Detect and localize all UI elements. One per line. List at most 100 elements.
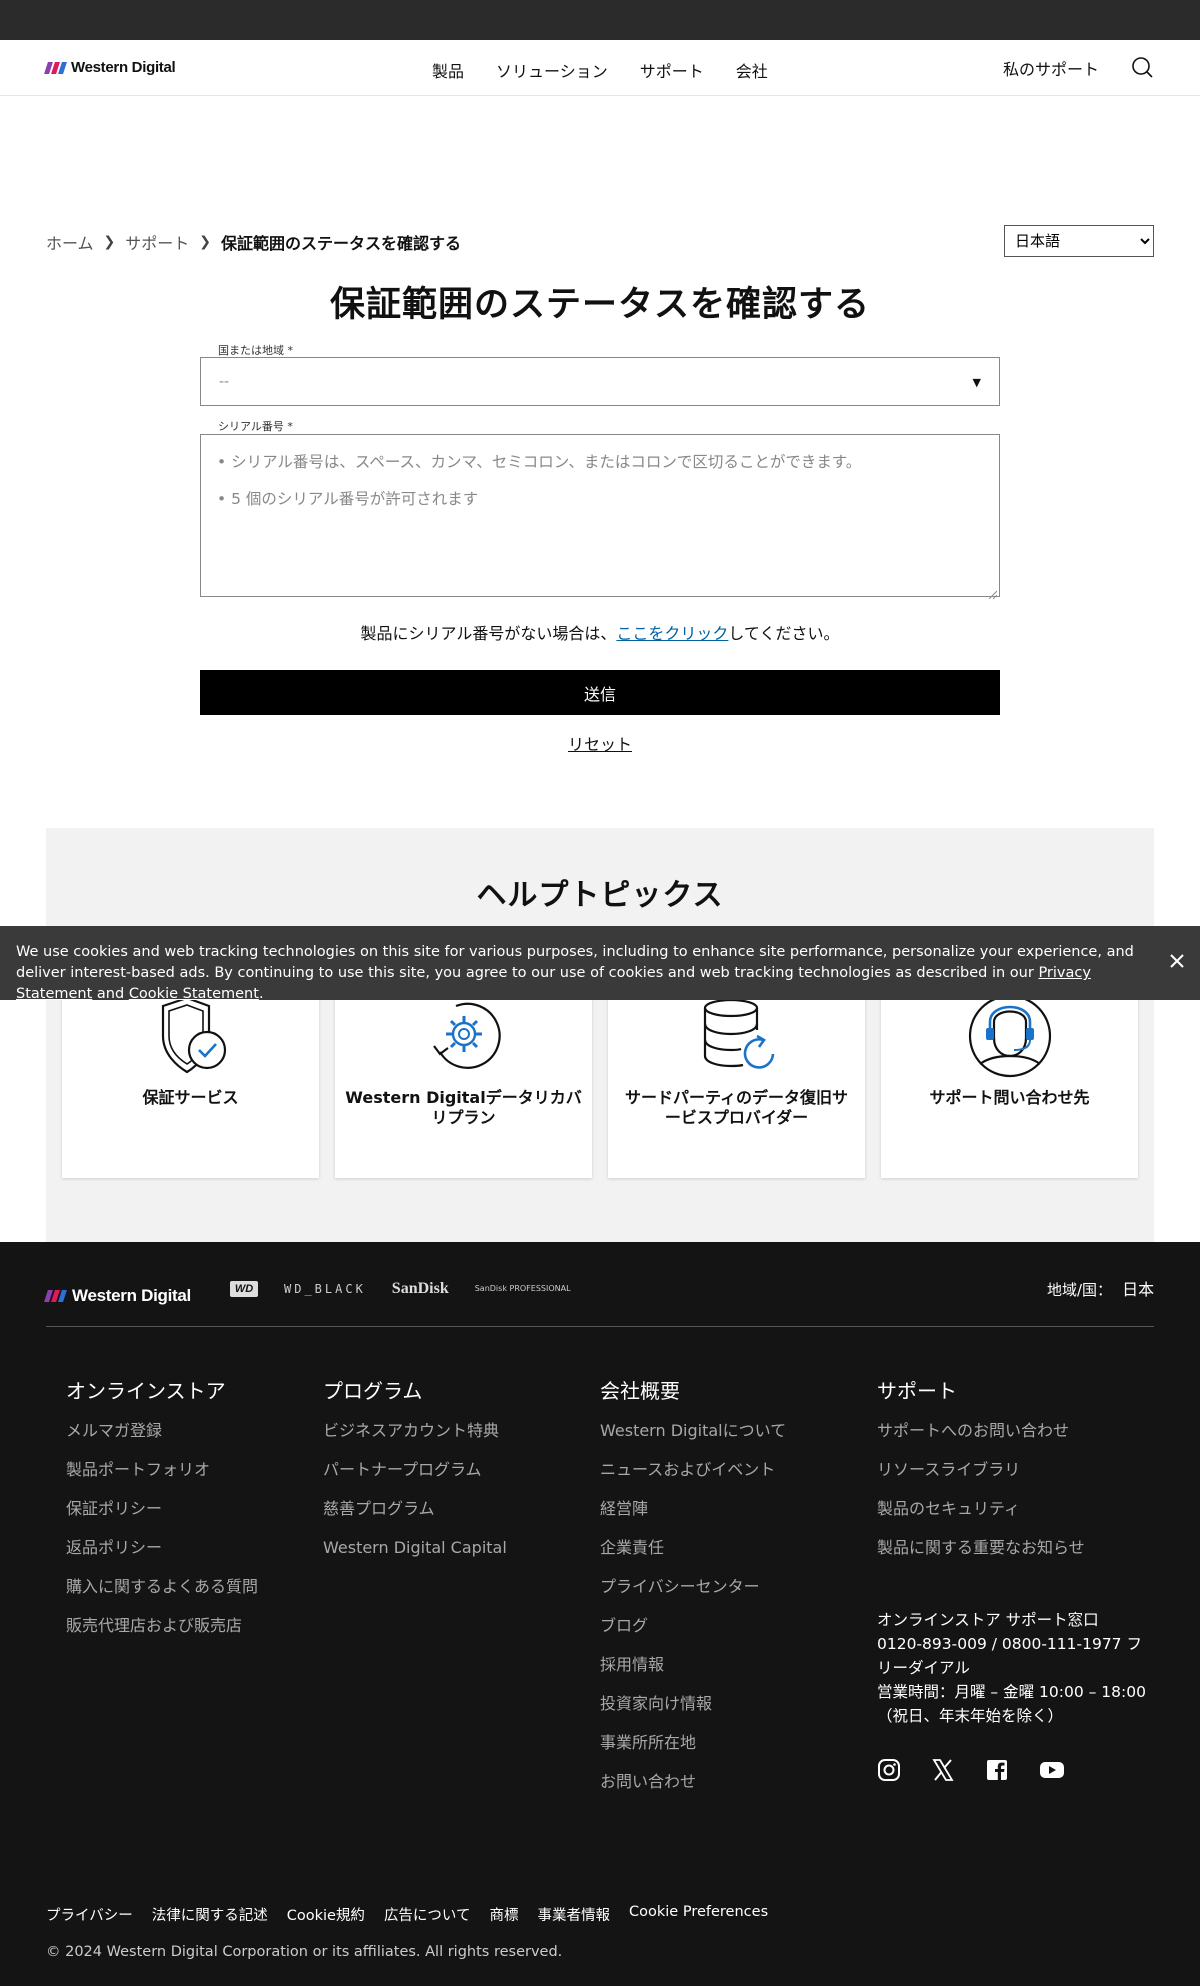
footer-link[interactable]: 保証ポリシー [66, 1498, 258, 1537]
cookie-banner: We use cookies and web tracking technolo… [0, 926, 1200, 1002]
footer-divider [46, 1326, 1154, 1327]
help-card-label: サポート問い合わせ先 [929, 1088, 1090, 1107]
footer-link[interactable]: 販売代理店および販売店 [66, 1615, 258, 1654]
breadcrumb-support[interactable]: サポート [125, 230, 189, 254]
footer-link[interactable]: Western Digitalについて [600, 1420, 786, 1459]
region-label: 地域/国： [1047, 1281, 1113, 1299]
store-support-contact: オンラインストア サポート窓口 0120-893-009 / 0800-111-… [877, 1608, 1157, 1728]
footer-link[interactable]: ブログ [600, 1615, 786, 1654]
footer-link[interactable]: リソースライブラリ [877, 1459, 1085, 1498]
country-select[interactable]: -- ▼ [200, 357, 1000, 406]
nav-item-support[interactable]: サポート [640, 58, 704, 82]
shield-check-icon [147, 992, 235, 1080]
database-refresh-icon [693, 992, 781, 1080]
my-support-link[interactable]: 私のサポート [1003, 56, 1099, 80]
youtube-icon[interactable] [1039, 1758, 1064, 1782]
help-card-recovery-plan[interactable]: Western Digitalデータリカバリプラン [335, 978, 592, 1178]
footer-link[interactable]: 製品のセキュリティ [877, 1498, 1085, 1537]
serial-help-suffix: してください。 [728, 624, 840, 643]
nav-item-solutions[interactable]: ソリューション [496, 58, 608, 82]
brand-wdblack-logo[interactable]: WD_BLACK [284, 1282, 366, 1296]
footer-link[interactable]: パートナープログラム [323, 1459, 507, 1498]
serial-number-textarea[interactable]: • シリアル番号は、スペース、カンマ、セミコロン、またはコロンで区切ることができ… [200, 434, 1000, 600]
chevron-right-icon: ❯ [199, 234, 212, 250]
search-icon[interactable] [1130, 55, 1154, 79]
footer-link[interactable]: 製品ポートフォリオ [66, 1459, 258, 1498]
copyright: © 2024 Western Digital Corporation or it… [46, 1944, 563, 1960]
footer-link[interactable]: 慈善プログラム [323, 1498, 507, 1537]
logo-text: Western Digital [71, 59, 176, 76]
instagram-icon[interactable] [877, 1758, 901, 1782]
social-links [877, 1758, 1064, 1782]
footer-column-title: サポート [877, 1379, 957, 1403]
serial-help-text: 製品にシリアル番号がない場合は、ここをクリックしてください。 [0, 620, 1200, 644]
close-icon[interactable] [1168, 952, 1186, 970]
footer-link[interactable]: 採用情報 [600, 1654, 786, 1693]
serial-placeholder-line-1: • シリアル番号は、スペース、カンマ、セミコロン、またはコロンで区切ることができ… [217, 453, 862, 471]
footer-link[interactable]: 購入に関するよくある質問 [66, 1576, 258, 1615]
brand-sandisk-logo[interactable]: SanDisk [392, 1280, 449, 1298]
footer-link[interactable]: サポートへのお問い合わせ [877, 1420, 1085, 1459]
footer-legal-links: プライバシー 法律に関する記述 Cookie規約 広告について 商標 事業者情報… [46, 1904, 768, 1925]
footer-link[interactable]: プライバシーセンター [600, 1576, 786, 1615]
help-card-third-party[interactable]: サードパーティのデータ復旧サービスプロバイダー [608, 978, 865, 1178]
site-header: Western Digital 製品 ソリューション サポート 会社 私のサポー… [0, 40, 1200, 96]
cookie-statement-link[interactable]: Cookie Statement [129, 986, 259, 1002]
footer-link[interactable]: 企業責任 [600, 1537, 786, 1576]
help-card-label: Western Digitalデータリカバリプラン [345, 1088, 582, 1127]
main-nav: 製品 ソリューション サポート 会社 [432, 58, 768, 82]
nav-item-products[interactable]: 製品 [432, 58, 464, 82]
legal-link-privacy[interactable]: プライバシー [46, 1904, 133, 1925]
footer-link[interactable]: 経営陣 [600, 1498, 786, 1537]
reset-button-wrap: リセット [0, 731, 1200, 755]
legal-link-cookie-preferences[interactable]: Cookie Preferences [629, 1904, 768, 1925]
footer-link[interactable]: ニュースおよびイベント [600, 1459, 786, 1498]
footer-link[interactable]: 事業所所在地 [600, 1732, 786, 1771]
brand-sandisk-pro-logo[interactable]: SanDisk PROFESSIONAL [475, 1285, 571, 1293]
footer-logo-text: Western Digital [72, 1286, 191, 1305]
headset-agent-icon [966, 992, 1054, 1080]
footer-column-title: プログラム [323, 1379, 423, 1403]
region-selector[interactable]: 地域/国： 日本 [1047, 1276, 1154, 1300]
top-utility-bar [0, 0, 1200, 40]
reset-button[interactable]: リセット [568, 735, 632, 754]
x-icon[interactable] [931, 1758, 955, 1782]
serial-label: シリアル番号 * [218, 420, 293, 433]
footer-link[interactable]: メルマガ登録 [66, 1420, 258, 1459]
country-label: 国または地域 * [218, 344, 293, 357]
contact-hours: 営業時間：月曜 – 金曜 10:00 – 18:00（祝日、年末年始を除く） [877, 1683, 1146, 1725]
footer-link[interactable]: 投資家向け情報 [600, 1693, 786, 1732]
gear-refresh-icon [420, 992, 508, 1080]
help-card-warranty[interactable]: 保証サービス [62, 978, 319, 1178]
footer-column-title: オンラインストア [66, 1379, 226, 1403]
cookie-text: We use cookies and web tracking technolo… [16, 944, 1134, 981]
footer-link[interactable]: ビジネスアカウント特典 [323, 1420, 507, 1459]
breadcrumb-home[interactable]: ホーム [46, 230, 94, 254]
footer-link[interactable]: お問い合わせ [600, 1771, 786, 1810]
legal-link-legal[interactable]: 法律に関する記述 [152, 1904, 268, 1925]
footer-column-programs: プログラム ビジネスアカウント特典 パートナープログラム 慈善プログラム Wes… [323, 1375, 507, 1576]
logo-mark-icon [44, 1290, 67, 1302]
legal-link-business-info[interactable]: 事業者情報 [538, 1904, 611, 1925]
site-logo[interactable]: Western Digital [44, 59, 176, 76]
brand-wd-logo[interactable]: WD [230, 1281, 258, 1297]
footer-column-title: 会社概要 [600, 1379, 680, 1403]
facebook-icon[interactable] [985, 1758, 1009, 1782]
help-card-contact[interactable]: サポート問い合わせ先 [881, 978, 1138, 1178]
help-topics-section: ヘルプトピックス 保証サービス Western Digitalデータリカバリプラ… [46, 828, 1154, 1242]
cookie-end: . [258, 986, 264, 1002]
help-card-label: 保証サービス [142, 1088, 239, 1107]
nav-item-company[interactable]: 会社 [736, 58, 768, 82]
legal-link-trademarks[interactable]: 商標 [490, 1904, 519, 1925]
footer-link[interactable]: Western Digital Capital [323, 1537, 507, 1576]
resize-grip-icon[interactable] [987, 584, 998, 600]
submit-button[interactable]: 送信 [200, 670, 1000, 715]
legal-link-ads[interactable]: 広告について [384, 1904, 471, 1925]
brand-logos: WD WD_BLACK SanDisk SanDisk PROFESSIONAL [230, 1280, 571, 1298]
language-select[interactable]: 日本語 [1004, 225, 1154, 257]
footer-logo[interactable]: Western Digital [44, 1286, 191, 1306]
legal-link-cookie-policy[interactable]: Cookie規約 [287, 1904, 365, 1925]
footer-link[interactable]: 製品に関する重要なお知らせ [877, 1537, 1085, 1576]
click-here-link[interactable]: ここをクリック [616, 624, 728, 643]
footer-link[interactable]: 返品ポリシー [66, 1537, 258, 1576]
